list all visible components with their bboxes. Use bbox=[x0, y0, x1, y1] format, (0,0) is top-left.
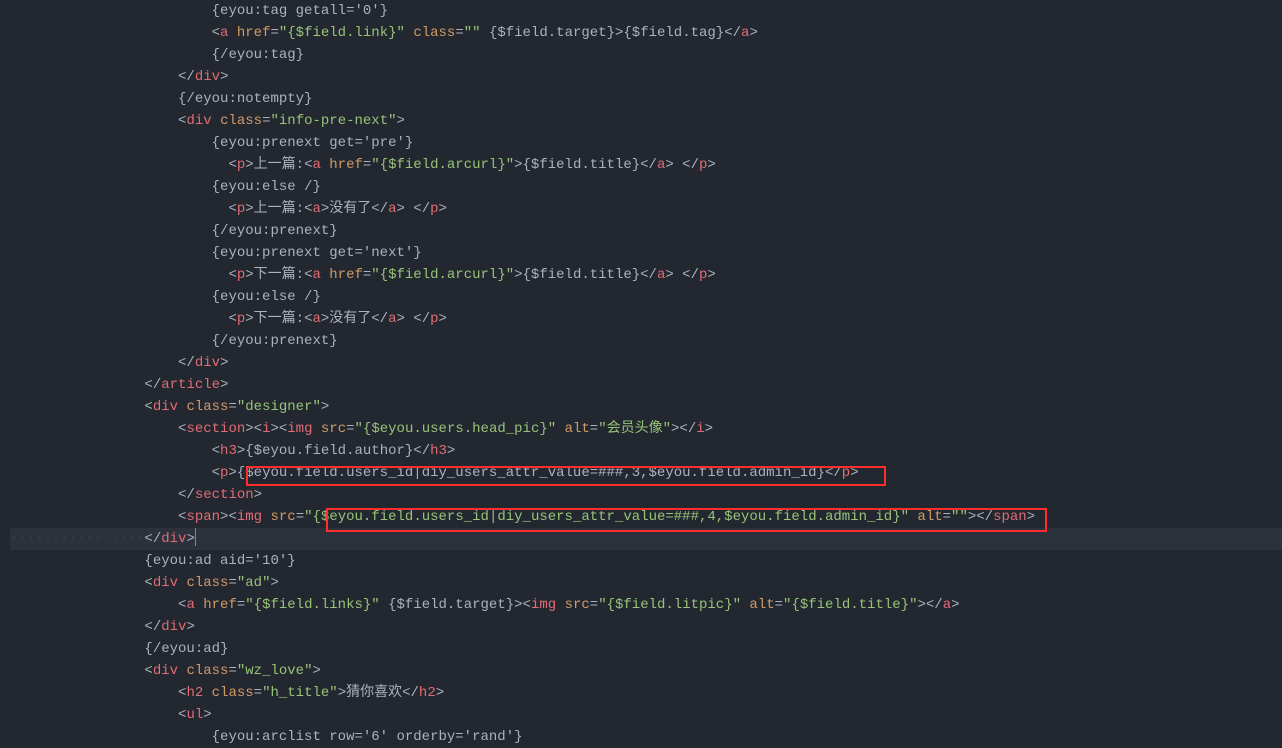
code-line[interactable]: {/eyou:prenext} bbox=[10, 330, 1282, 352]
code-line[interactable]: <ul> bbox=[10, 704, 1282, 726]
code-line[interactable]: {eyou:prenext get='next'} bbox=[10, 242, 1282, 264]
code-line[interactable]: {eyou:else /} bbox=[10, 286, 1282, 308]
code-line[interactable]: <div class="designer"> bbox=[10, 396, 1282, 418]
code-line[interactable]: {eyou:else /} bbox=[10, 176, 1282, 198]
code-line[interactable]: {/eyou:ad} bbox=[10, 638, 1282, 660]
code-line[interactable]: </div> bbox=[10, 66, 1282, 88]
code-line[interactable]: {eyou:tag getall='0'} bbox=[10, 0, 1282, 22]
code-line[interactable]: <p>上一篇:<a>没有了</a> </p> bbox=[10, 198, 1282, 220]
code-line[interactable]: {eyou:prenext get='pre'} bbox=[10, 132, 1282, 154]
code-line[interactable]: <div class="info-pre-next"> bbox=[10, 110, 1282, 132]
code-line[interactable]: <a href="{$field.links}" {$field.target}… bbox=[10, 594, 1282, 616]
code-line[interactable]: {/eyou:notempty} bbox=[10, 88, 1282, 110]
code-line[interactable]: <div class="ad"> bbox=[10, 572, 1282, 594]
code-line[interactable]: <h2 class="h_title">猜你喜欢</h2> bbox=[10, 682, 1282, 704]
code-line[interactable]: <p>下一篇:<a href="{$field.arcurl}">{$field… bbox=[10, 264, 1282, 286]
code-line[interactable]: <div class="wz_love"> bbox=[10, 660, 1282, 682]
code-line[interactable]: <a href="{$field.link}" class="" {$field… bbox=[10, 22, 1282, 44]
code-line[interactable]: <p>下一篇:<a>没有了</a> </p> bbox=[10, 308, 1282, 330]
code-line[interactable]: </div> bbox=[10, 352, 1282, 374]
code-line[interactable]: </div> bbox=[10, 616, 1282, 638]
code-line[interactable]: <span><img src="{$eyou.field.users_id|di… bbox=[10, 506, 1282, 528]
code-line[interactable]: <p>{$eyou.field.users_id|diy_users_attr_… bbox=[10, 462, 1282, 484]
code-line[interactable]: {/eyou:tag} bbox=[10, 44, 1282, 66]
code-line[interactable]: {eyou:arclist row='6' orderby='rand'} bbox=[10, 726, 1282, 748]
code-line[interactable]: <h3>{$eyou.field.author}</h3> bbox=[10, 440, 1282, 462]
code-line[interactable]: </article> bbox=[10, 374, 1282, 396]
code-line[interactable]: {eyou:ad aid='10'} bbox=[10, 550, 1282, 572]
code-line[interactable]: </section> bbox=[10, 484, 1282, 506]
code-line[interactable]: {/eyou:prenext} bbox=[10, 220, 1282, 242]
code-line[interactable]: <p>上一篇:<a href="{$field.arcurl}">{$field… bbox=[10, 154, 1282, 176]
text-cursor bbox=[195, 528, 196, 546]
code-editor[interactable]: {eyou:tag getall='0'} <a href="{$field.l… bbox=[0, 0, 1282, 748]
code-line[interactable]: ················</div> bbox=[10, 528, 1282, 550]
code-line[interactable]: <section><i><img src="{$eyou.users.head_… bbox=[10, 418, 1282, 440]
